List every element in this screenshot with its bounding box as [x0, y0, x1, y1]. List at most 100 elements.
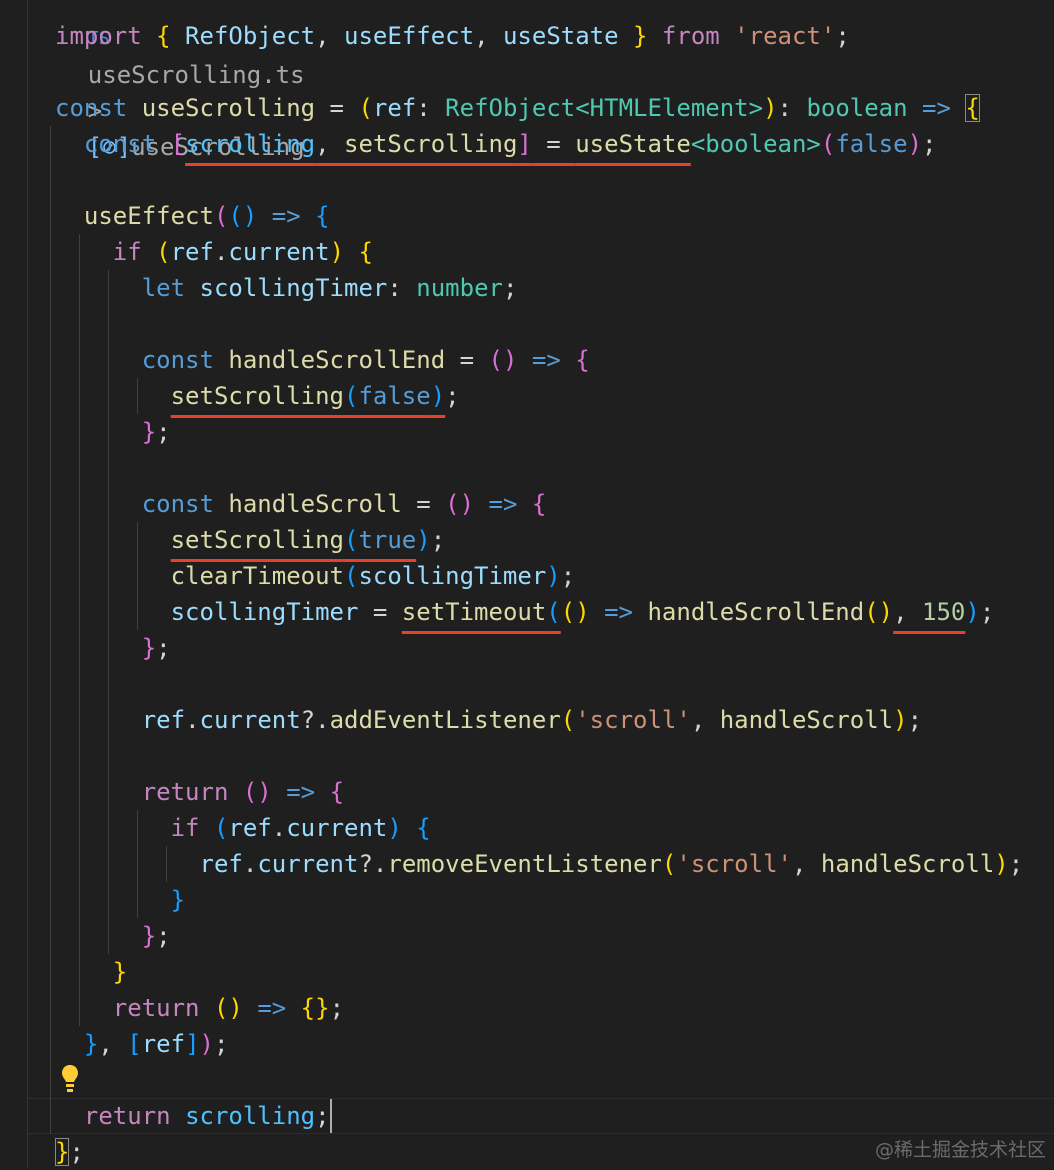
code-line[interactable]: } — [55, 954, 127, 990]
code-token: { — [329, 778, 345, 806]
code-token: scollingTimer — [170, 598, 359, 626]
underlined-token: ( — [343, 526, 359, 554]
code-token: ] — [185, 1030, 200, 1058]
code-token: . — [213, 238, 229, 266]
code-editor[interactable]: TS useScrolling.ts > [⊘]useScrolling imp… — [0, 0, 1054, 1168]
code-token: () — [445, 490, 475, 518]
indent-guide — [107, 666, 109, 702]
code-token: ; — [156, 634, 171, 662]
code-token: . — [271, 814, 287, 842]
code-token: handleScroll — [820, 850, 995, 878]
code-token: scollingTimer — [358, 562, 547, 590]
code-token: . — [242, 850, 258, 878]
code-token: () — [242, 778, 272, 806]
underlined-token: false — [358, 382, 431, 410]
code-line[interactable]: }; — [55, 1134, 84, 1170]
indent-guide — [50, 666, 51, 702]
code-token: ; — [213, 1030, 229, 1058]
code-token: ; — [329, 994, 345, 1022]
code-token: { — [315, 202, 330, 230]
code-token: if — [170, 814, 200, 842]
code-line[interactable]: return () => { — [55, 774, 344, 810]
code-line[interactable]: if (ref.current) { — [55, 810, 431, 846]
indent-guide — [50, 954, 51, 990]
code-line[interactable]: }, [ref]); — [55, 1026, 229, 1062]
indent-guide — [50, 234, 51, 270]
code-token: addEventListener — [329, 706, 561, 734]
code-line[interactable]: const useScrolling = (ref: RefObject<HTM… — [55, 90, 980, 126]
code-token: () — [560, 598, 590, 626]
code-token: () — [488, 346, 518, 374]
code-line[interactable]: const [scrolling, setScrolling] = useSta… — [55, 126, 937, 162]
code-line[interactable]: ref.current?.removeEventListener('scroll… — [55, 846, 1024, 882]
code-token: ; — [907, 706, 923, 734]
code-token: , — [315, 22, 345, 50]
code-token: ; — [156, 922, 171, 950]
code-line[interactable]: clearTimeout(scollingTimer); — [55, 558, 576, 594]
breadcrumb-file[interactable]: useScrolling.ts — [88, 61, 305, 89]
code-line[interactable]: let scollingTimer: number; — [55, 270, 518, 306]
code-line[interactable]: } — [55, 882, 185, 918]
code-line[interactable]: return scrolling; — [55, 1098, 330, 1134]
code-line[interactable]: if (ref.current) { — [55, 234, 373, 270]
code-token: boolean — [806, 94, 908, 122]
lightbulb-icon[interactable] — [61, 1064, 79, 1094]
code-token: {} — [300, 994, 330, 1022]
code-token: , — [474, 22, 503, 50]
code-line[interactable]: }; — [55, 630, 171, 666]
code-token: ) — [387, 814, 402, 842]
code-line[interactable]: setScrolling(true); — [55, 522, 446, 558]
code-line[interactable]: useEffect(() => { — [55, 198, 330, 234]
code-token: } — [112, 958, 128, 986]
code-line[interactable]: const handleScroll = () => { — [55, 486, 547, 522]
code-token: useState — [502, 22, 619, 50]
code-line[interactable]: ref.current?.addEventListener('scroll', … — [55, 702, 922, 738]
code-line[interactable]: const handleScrollEnd = () => { — [55, 342, 590, 378]
code-line[interactable]: }; — [55, 918, 171, 954]
underlined-token: setScrolling — [170, 526, 344, 554]
code-token: ( — [213, 814, 229, 842]
code-line[interactable]: return () => {}; — [55, 990, 344, 1026]
code-token: ?. — [358, 850, 388, 878]
code-token: const — [55, 94, 128, 122]
text-cursor — [329, 1099, 332, 1133]
code-token: : — [416, 94, 446, 122]
code-token: scollingTimer — [199, 274, 388, 302]
code-token: = — [358, 598, 402, 626]
code-line[interactable]: scollingTimer = setTimeout(() => handleS… — [55, 594, 995, 630]
indent-guide — [50, 306, 51, 342]
code-line[interactable]: setScrolling(false); — [55, 378, 460, 414]
code-token: ref — [228, 814, 272, 842]
code-token: < — [690, 130, 706, 158]
code-token: scrolling — [185, 1102, 316, 1130]
underlined-token: setScrolling — [344, 130, 518, 158]
code-token: , — [791, 850, 821, 878]
code-token: => — [922, 94, 951, 122]
code-token: ref — [372, 94, 417, 122]
code-token: => — [257, 994, 287, 1022]
underlined-token: useState — [575, 130, 691, 158]
code-token: => — [604, 598, 634, 626]
code-line[interactable]: }; — [55, 414, 171, 450]
code-token: 'react' — [734, 22, 836, 50]
code-line[interactable]: import { RefObject, useEffect, useState … — [55, 18, 850, 54]
